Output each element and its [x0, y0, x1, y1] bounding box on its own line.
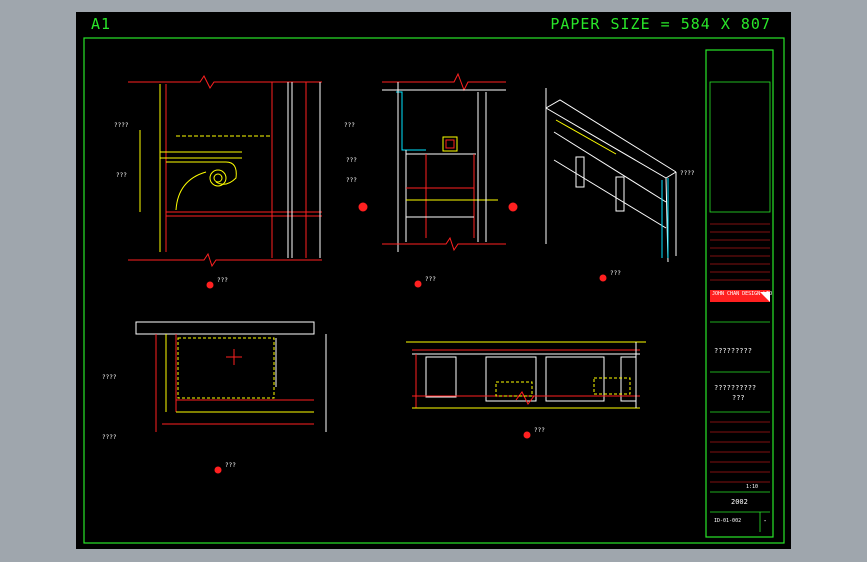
drawing-number: ID-01-002 [714, 518, 742, 524]
note-a1: ???? [114, 122, 129, 129]
detail-b-section [358, 72, 518, 252]
drawing-title-sub: ??? [732, 394, 745, 402]
note-b3: ??? [346, 177, 357, 184]
detail-a-cornice [128, 75, 322, 268]
callout-label-e: ??? [534, 427, 545, 434]
detail-e-elevation [406, 341, 646, 409]
note-c1: ???? [680, 170, 695, 177]
detail-c-isometric [545, 88, 677, 263]
note-a2: ??? [116, 172, 127, 179]
callout-marker-e [523, 431, 531, 439]
callout-label-c: ??? [610, 270, 621, 277]
callout-marker-c [599, 274, 607, 282]
callout-label-d: ??? [225, 462, 236, 469]
project-name: ????????? [714, 347, 752, 355]
scale-value: 1:10 [746, 484, 759, 490]
drawing-sheet[interactable]: A1 PAPER SIZE = 584 X 807 ??? ??? ??? ??… [76, 12, 791, 549]
callout-marker-a [206, 281, 214, 289]
callout-label-a: ??? [217, 277, 228, 284]
note-b1: ??? [344, 122, 355, 129]
detail-d-plan [135, 321, 327, 432]
drawing-year: 2002 [731, 498, 748, 506]
sheet-suffix: - [763, 517, 768, 525]
sheet-frame [83, 37, 785, 544]
title-block-logo-box [709, 81, 771, 213]
drawing-title: ?????????? [714, 384, 757, 392]
note-b2: ??? [346, 157, 357, 164]
callout-marker-b [414, 280, 422, 288]
note-d1: ???? [102, 374, 117, 381]
company-banner: JOHN CHAN DESIGN LTD [712, 291, 773, 297]
callout-label-b: ??? [425, 276, 436, 283]
callout-marker-d [214, 466, 222, 474]
cad-viewport[interactable]: A1 PAPER SIZE = 584 X 807 ??? ??? ??? ??… [0, 0, 867, 562]
note-d2: ???? [102, 434, 117, 441]
